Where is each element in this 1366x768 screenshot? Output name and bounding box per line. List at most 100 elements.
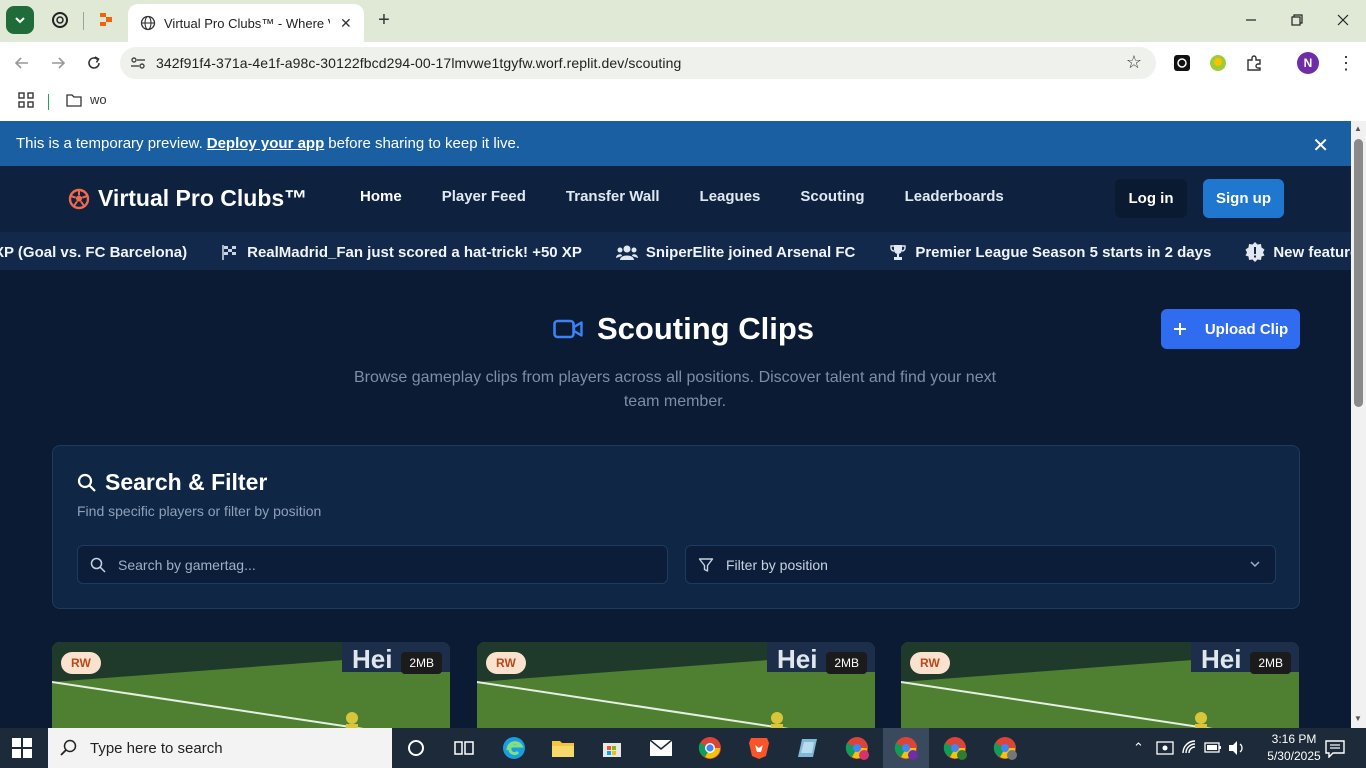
close-window-button[interactable] <box>1328 8 1358 32</box>
flag-checkered-icon <box>222 245 237 260</box>
extension-icon-1[interactable] <box>1171 52 1193 74</box>
tray-chevron-up-icon[interactable]: ⌃ <box>1133 740 1144 756</box>
taskbar-mail[interactable] <box>646 733 676 763</box>
taskbar-app-blue[interactable] <box>793 733 823 763</box>
chrome-profile-icon <box>943 737 967 760</box>
alert-badge-icon <box>1245 242 1265 262</box>
nav-scouting[interactable]: Scouting <box>800 188 864 205</box>
taskbar-store[interactable] <box>597 733 627 763</box>
site-navbar: Virtual Pro Clubs™ Home Player Feed Tran… <box>0 166 1351 232</box>
soccer-ball-icon <box>68 188 90 209</box>
tray-meet-now-icon[interactable] <box>1156 740 1174 759</box>
windows-logo-icon <box>12 738 32 758</box>
upload-clip-label: Upload Clip <box>1204 320 1289 338</box>
clip-card[interactable]: Hei RW 2MB <box>901 642 1299 728</box>
tray-battery-icon[interactable] <box>1204 740 1222 757</box>
taskbar-clock[interactable]: 3:16 PM 5/30/2025 <box>1262 731 1326 765</box>
pinned-tab-openai[interactable] <box>50 10 70 30</box>
tab-close-icon[interactable]: ✕ <box>340 15 352 32</box>
ticker-item-text: Premier League Season 5 starts in 2 days <box>915 243 1212 261</box>
taskbar-chrome-profile-a[interactable] <box>940 733 970 763</box>
position-badge: RW <box>910 652 950 674</box>
close-icon <box>1337 14 1349 26</box>
users-icon <box>615 245 638 260</box>
cortana-button[interactable] <box>401 733 431 763</box>
folder-icon <box>66 93 82 107</box>
ticker-item: SniperElite joined Arsenal FC <box>615 242 855 262</box>
main-nav: Home Player Feed Transfer Wall Leagues S… <box>340 188 1024 205</box>
maximize-button[interactable] <box>1282 8 1312 32</box>
chevron-down-icon <box>1249 557 1261 573</box>
minimize-button[interactable] <box>1236 8 1266 32</box>
search-icon <box>77 473 96 492</box>
taskbar-brave[interactable] <box>744 733 774 763</box>
ticker-item: XP (Goal vs. FC Barcelona) <box>0 242 187 262</box>
gamertag-search-input[interactable] <box>118 556 638 573</box>
taskbar-chrome-profile-s[interactable] <box>842 733 872 763</box>
filter-title: Search & Filter <box>77 469 267 496</box>
mail-icon <box>649 739 673 756</box>
taskbar-search[interactable]: Type here to search <box>48 728 392 768</box>
notifications-icon[interactable] <box>1325 740 1345 761</box>
chrome-profile-icon <box>993 737 1017 760</box>
restore-icon <box>1291 14 1303 26</box>
plus-icon <box>1173 323 1186 335</box>
bookmark-folder-wo[interactable]: wo <box>66 92 107 107</box>
scroll-up-icon[interactable]: ▲ <box>1354 124 1362 133</box>
page-scrollbar[interactable]: ▲ ▼ <box>1351 121 1366 728</box>
scrollbar-thumb[interactable] <box>1354 139 1363 407</box>
chevron-down-icon <box>15 17 25 24</box>
back-button[interactable] <box>10 51 34 75</box>
reload-button[interactable] <box>82 51 106 75</box>
bookmark-star-icon[interactable]: ☆ <box>1126 52 1142 73</box>
clock-time: 3:16 PM <box>1271 732 1317 746</box>
nav-transfer-wall[interactable]: Transfer Wall <box>566 188 660 205</box>
new-tab-button[interactable]: + <box>372 8 396 32</box>
taskbar-chrome-profile-4[interactable] <box>990 733 1020 763</box>
tab-virtual-pro-clubs[interactable]: Virtual Pro Clubs™ - Where Virt ✕ <box>128 4 364 42</box>
bookmark-folder-label: wo <box>90 92 107 107</box>
profile-avatar[interactable]: N <box>1297 52 1319 74</box>
gamertag-search[interactable] <box>77 545 668 584</box>
banner-close-icon[interactable]: ✕ <box>1312 133 1329 158</box>
forward-button[interactable] <box>46 51 70 75</box>
apps-grid-icon[interactable] <box>18 92 34 113</box>
scroll-down-icon[interactable]: ▼ <box>1354 714 1362 723</box>
ticker-item-text: New feature: Auto Highlight Editor now <box>1273 243 1351 261</box>
start-button[interactable] <box>12 738 32 763</box>
extensions-button[interactable] <box>1243 52 1265 74</box>
site-info-icon[interactable] <box>120 56 156 70</box>
file-size-badge: 2MB <box>401 652 442 674</box>
extension-icon-2[interactable] <box>1207 52 1229 74</box>
nav-leagues[interactable]: Leagues <box>700 188 761 205</box>
page-title-text: Scouting Clips <box>597 311 814 346</box>
ticker-item: Premier League Season 5 starts in 2 days <box>889 242 1211 262</box>
taskbar-chrome[interactable] <box>695 733 725 763</box>
pinned-tab-replit[interactable] <box>96 10 116 30</box>
clip-card[interactable]: Hei RW 2MB <box>52 642 450 728</box>
position-filter-select[interactable]: Filter by position <box>685 545 1276 584</box>
login-button[interactable]: Log in <box>1115 179 1187 218</box>
upload-clip-button[interactable]: Upload Clip <box>1161 309 1300 349</box>
site-logo[interactable]: Virtual Pro Clubs™ <box>68 185 307 212</box>
cortana-circle-icon <box>408 740 424 756</box>
taskbar-edge[interactable] <box>499 733 529 763</box>
banner-text-before: This is a temporary preview. <box>16 135 203 152</box>
deploy-app-link[interactable]: Deploy your app <box>207 135 325 152</box>
edge-icon <box>503 737 525 759</box>
task-view-button[interactable] <box>449 733 479 763</box>
tray-volume-icon[interactable] <box>1228 740 1246 759</box>
tab-search-dropdown[interactable] <box>6 6 34 34</box>
clip-card[interactable]: Hei RW 2MB <box>477 642 875 728</box>
arrow-right-icon <box>52 57 66 69</box>
nav-player-feed[interactable]: Player Feed <box>442 188 526 205</box>
browser-menu-icon[interactable]: ⋮ <box>1337 52 1355 74</box>
tray-wifi-icon[interactable] <box>1182 740 1198 759</box>
nav-home[interactable]: Home <box>360 188 402 205</box>
replit-icon <box>100 13 112 26</box>
nav-leaderboards[interactable]: Leaderboards <box>905 188 1004 205</box>
taskbar-file-explorer[interactable] <box>548 733 578 763</box>
signup-button[interactable]: Sign up <box>1203 179 1284 218</box>
address-bar[interactable]: 342f91f4-371a-4e1f-a98c-30122fbcd294-00-… <box>120 47 1156 79</box>
taskbar-chrome-profile-n-active[interactable] <box>883 728 929 768</box>
